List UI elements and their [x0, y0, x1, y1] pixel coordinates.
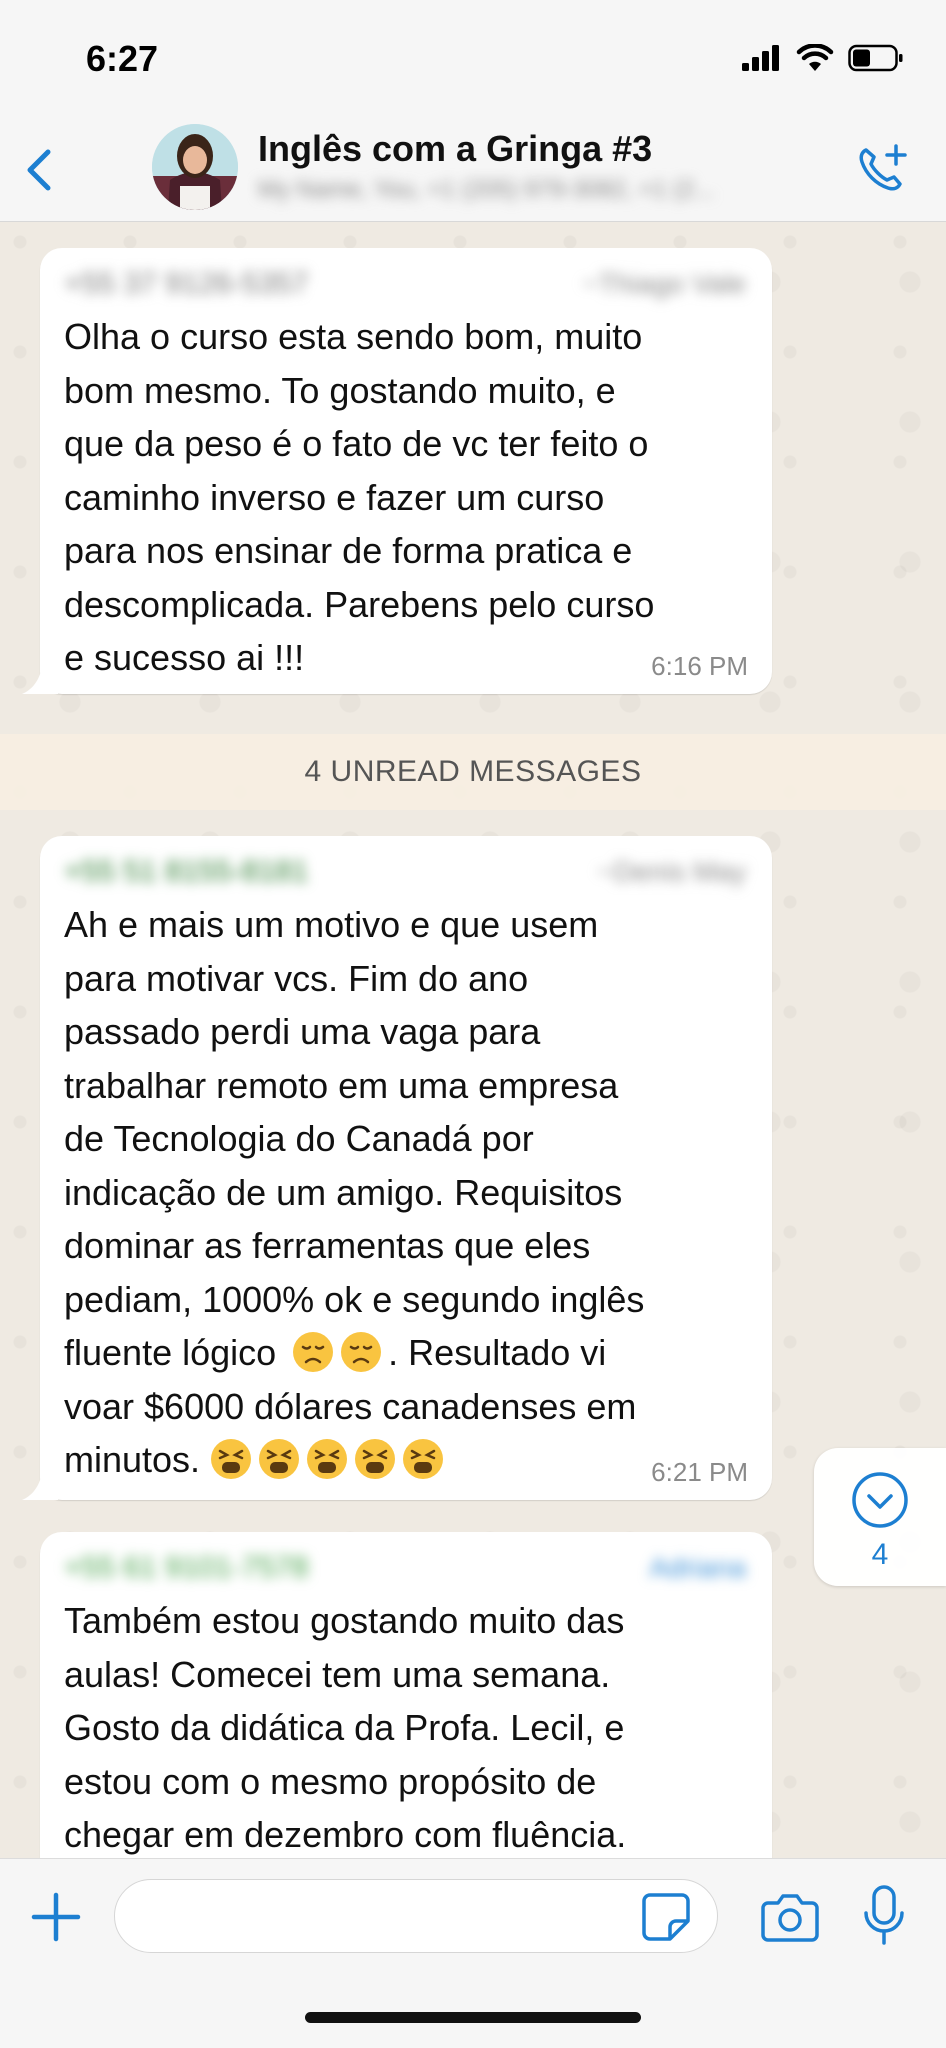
- message-line: passado perdi uma vaga para: [64, 1011, 541, 1052]
- message-line: para motivar vcs. Fim do ano: [64, 957, 529, 999]
- chat-area[interactable]: +55 37 9126-5357 ~Thiago Vale Olha o cur…: [0, 222, 946, 1858]
- message-text: Também estou gostando muito das aulas! C…: [64, 1600, 627, 1855]
- message-line: dominar as ferramentas que eles: [64, 1225, 591, 1266]
- message-line: indicação de um amigo. Requisitos: [64, 1171, 623, 1213]
- sender-name: Adriana: [649, 1552, 746, 1583]
- message-fragment: minutos.: [64, 1439, 201, 1480]
- disappointed-face-emoji-icon: [293, 1332, 334, 1372]
- camera-button[interactable]: [760, 1889, 820, 1945]
- group-avatar[interactable]: [152, 124, 238, 210]
- chevron-left-icon: [27, 149, 51, 191]
- message-text: Ah e mais um motivo e que usem para moti…: [64, 898, 746, 1487]
- message-line: pediam, 1000% ok e segundo inglês: [64, 1278, 645, 1320]
- tired-face-emoji-icon: [355, 1439, 396, 1479]
- tired-face-emoji-icon: [307, 1439, 348, 1479]
- message-line: minutos.: [64, 1433, 746, 1487]
- message-fragment: fluente lógico: [64, 1332, 277, 1373]
- back-button[interactable]: [16, 140, 60, 200]
- bubble-tail: [22, 666, 58, 694]
- sender-name: ~Thiago Vale: [582, 268, 746, 299]
- bubble-tail: [22, 1472, 58, 1500]
- sender-phone[interactable]: +55 61 9101-7578: [64, 1551, 308, 1585]
- tired-face-emoji-icon: [403, 1439, 444, 1479]
- attach-button[interactable]: [28, 1889, 84, 1945]
- sender-row: +55 61 9101-7578 Adriana: [64, 1546, 746, 1590]
- message-text: Olha o curso esta sendo bom, muito bom m…: [64, 316, 655, 678]
- sender-phone[interactable]: +55 37 9126-5357: [64, 267, 308, 301]
- sender-name: ~Denis May: [597, 856, 746, 887]
- add-call-button[interactable]: [852, 140, 912, 200]
- message-time: 6:21 PM: [651, 1457, 748, 1487]
- tired-face-emoji-icon: [211, 1439, 252, 1479]
- message-time: 6:16 PM: [651, 651, 748, 681]
- message-bubble[interactable]: +55 51 8155-8181 ~Denis May Ah e mais um…: [22, 836, 772, 1500]
- cellular-signal-icon: [742, 45, 779, 71]
- sender-row: +55 51 8155-8181 ~Denis May: [64, 850, 746, 894]
- disappointed-face-emoji-icon: [341, 1332, 382, 1372]
- chevron-down-circle-icon: [852, 1472, 908, 1528]
- message-input[interactable]: [114, 1879, 718, 1953]
- message-line: de Tecnologia do Canadá por: [64, 1118, 534, 1159]
- message-line: voar $6000 dólares canadenses em: [64, 1385, 637, 1427]
- phone-plus-icon: [859, 144, 907, 191]
- camera-icon: [761, 1894, 819, 1942]
- chat-participants[interactable]: My Name, You, +1 (205) 979-3082, +1 (2..…: [258, 176, 818, 206]
- microphone-button[interactable]: [862, 1883, 906, 1949]
- unread-count: 4: [871, 1538, 889, 1571]
- chat-header: Inglês com a Gringa #3 My Name, You, +1 …: [0, 120, 946, 222]
- sender-phone[interactable]: +55 51 8155-8181: [64, 855, 308, 889]
- home-indicator[interactable]: [305, 2012, 641, 2023]
- battery-icon: [848, 44, 903, 72]
- message-bubble[interactable]: +55 61 9101-7578 Adriana Também estou go…: [40, 1532, 772, 1858]
- sticker-button[interactable]: [640, 1891, 692, 1943]
- sticker-icon: [642, 1893, 690, 1941]
- status-bar: 6:27: [0, 0, 946, 120]
- message-line: trabalhar remoto em uma empresa: [64, 1064, 619, 1106]
- scroll-to-bottom-button[interactable]: 4: [814, 1448, 946, 1586]
- sender-row: +55 37 9126-5357 ~Thiago Vale: [64, 262, 746, 306]
- tired-face-emoji-icon: [259, 1439, 300, 1479]
- unread-banner: 4 UNREAD MESSAGES: [0, 734, 946, 810]
- message-bubble[interactable]: +55 37 9126-5357 ~Thiago Vale Olha o cur…: [22, 248, 772, 694]
- microphone-icon: [864, 1885, 904, 1945]
- wifi-icon: [796, 44, 834, 71]
- message-fragment: . Resultado vi: [388, 1332, 607, 1373]
- status-icons: [742, 44, 904, 72]
- avatar-image: [152, 124, 238, 210]
- plus-icon: [31, 1892, 81, 1942]
- chat-title[interactable]: Inglês com a Gringa #3: [258, 128, 652, 170]
- status-time: 6:27: [86, 38, 159, 79]
- message-line: fluente lógico . Resultado vi: [64, 1326, 746, 1380]
- message-line: Ah e mais um motivo e que usem: [64, 904, 599, 945]
